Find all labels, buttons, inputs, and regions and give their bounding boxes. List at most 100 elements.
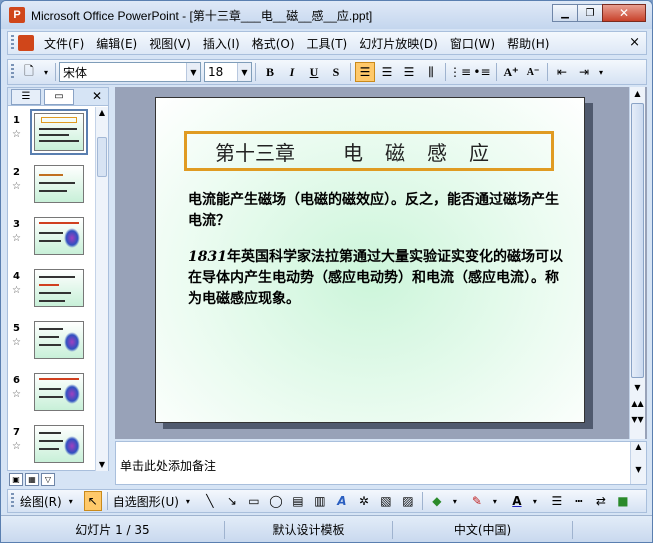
align-center-button[interactable]: ☰ xyxy=(377,62,397,82)
slide-thumbnail[interactable] xyxy=(34,217,84,255)
menu-file[interactable]: 文件(F) xyxy=(40,35,92,52)
slide-title-box[interactable]: 第十三章 电磁感应 xyxy=(184,131,554,171)
bold-button[interactable]: B xyxy=(260,62,280,82)
line-tool-button[interactable]: ╲ xyxy=(201,491,219,511)
slide-thumbnail[interactable] xyxy=(34,373,84,411)
menu-insert[interactable]: 插入(I) xyxy=(199,35,248,52)
slide-thumbnail[interactable] xyxy=(34,165,84,203)
chevron-down-icon[interactable]: ▼ xyxy=(237,63,251,81)
clipart-button[interactable]: ▧ xyxy=(377,491,395,511)
scroll-down-icon[interactable]: ▼ xyxy=(631,465,646,474)
toolbar-overflow-button[interactable]: ▾ xyxy=(596,62,606,82)
shadow-style-button[interactable]: ■ xyxy=(614,491,632,511)
normal-view-button[interactable]: ▣ xyxy=(9,473,23,486)
toolbar-grip[interactable] xyxy=(11,493,14,509)
slide-sorter-button[interactable]: ▦ xyxy=(25,473,39,486)
draw-menu-button[interactable]: 绘图(R) xyxy=(20,491,62,511)
menu-help[interactable]: 帮助(H) xyxy=(503,35,557,52)
increase-font-button[interactable]: A⁺ xyxy=(501,62,521,82)
minimize-button[interactable]: ▁ xyxy=(552,4,578,22)
arrow-style-button[interactable]: ⇄ xyxy=(592,491,610,511)
chevron-down-icon[interactable]: ▾ xyxy=(62,491,80,511)
current-slide[interactable]: 第十三章 电磁感应 电流能产生磁场（电磁的磁效应）。反之，能否通过磁场产生电流？… xyxy=(155,97,585,423)
thumbnail-row[interactable]: 5 ☆ xyxy=(8,319,96,371)
thumbnail-row[interactable]: 7 ☆ xyxy=(8,423,96,471)
thumbnail-row[interactable]: 3 ☆ xyxy=(8,215,96,267)
panel-close-button[interactable]: ✕ xyxy=(92,89,102,103)
shadow-button[interactable]: S xyxy=(326,62,346,82)
align-left-button[interactable]: ☰ xyxy=(355,62,375,82)
textbox-tool-button[interactable]: ▤ xyxy=(289,491,307,511)
diagram-button[interactable]: ✲ xyxy=(355,491,373,511)
thumbnail-row[interactable]: 1 ☆ xyxy=(8,109,96,163)
menu-slideshow[interactable]: 幻灯片放映(D) xyxy=(355,35,446,52)
numbering-button[interactable]: ⋮≡ xyxy=(449,62,471,82)
tab-slides[interactable]: ▭ xyxy=(44,88,74,105)
slide-paragraph-2[interactable]: 1831年英国科学家法拉第通过大量实验证实变化的磁场可以在导体内产生电动势（感应… xyxy=(188,247,568,310)
wordart-button[interactable]: A xyxy=(333,491,351,511)
autoshapes-menu-button[interactable]: 自选图形(U) xyxy=(113,491,179,511)
tab-outline[interactable]: ☰ xyxy=(11,88,41,105)
font-size-combo[interactable]: 18 ▼ xyxy=(204,62,252,82)
thumbnail-row[interactable]: 4 ☆ xyxy=(8,267,96,319)
scroll-down-icon[interactable]: ▼ xyxy=(96,459,108,471)
decrease-indent-button[interactable]: ⇤ xyxy=(552,62,572,82)
decrease-font-button[interactable]: A⁻ xyxy=(523,62,543,82)
align-right-button[interactable]: ☰ xyxy=(399,62,419,82)
font-color-button[interactable]: A xyxy=(508,491,526,511)
slide-vertical-scrollbar[interactable]: ▲ ▼ ▲▲ ▼▼ xyxy=(629,87,645,439)
document-close-button[interactable]: × xyxy=(629,35,640,50)
toolbar-grip[interactable] xyxy=(11,64,14,80)
italic-button[interactable]: I xyxy=(282,62,302,82)
scroll-up-icon[interactable]: ▲ xyxy=(96,107,108,119)
restore-button[interactable]: ❐ xyxy=(577,4,603,22)
menu-format[interactable]: 格式(O) xyxy=(248,35,303,52)
title-bar[interactable]: P Microsoft Office PowerPoint - [第十三章___… xyxy=(1,1,652,29)
notes-scrollbar[interactable]: ▲ ▼ xyxy=(630,442,646,484)
notes-placeholder[interactable]: 单击此处添加备注 xyxy=(120,457,216,474)
scroll-thumb[interactable] xyxy=(631,103,644,378)
powerpoint-app-icon[interactable]: P xyxy=(9,7,25,23)
notes-pane[interactable]: 单击此处添加备注 ▲ ▼ xyxy=(115,441,647,485)
scroll-thumb[interactable] xyxy=(97,137,107,177)
oval-tool-button[interactable]: ◯ xyxy=(267,491,285,511)
slide-thumbnail[interactable] xyxy=(34,269,84,307)
fill-color-button[interactable]: ◆ xyxy=(428,491,446,511)
underline-button[interactable]: U xyxy=(304,62,324,82)
menu-window[interactable]: 窗口(W) xyxy=(446,35,503,52)
menu-grip[interactable] xyxy=(11,35,14,51)
line-color-button[interactable]: ✎ xyxy=(468,491,486,511)
menu-view[interactable]: 视图(V) xyxy=(145,35,199,52)
chevron-down-icon[interactable]: ▾ xyxy=(179,491,197,511)
menu-edit[interactable]: 编辑(E) xyxy=(92,35,145,52)
document-icon[interactable] xyxy=(18,35,34,51)
dash-style-button[interactable]: ┅ xyxy=(570,491,588,511)
line-style-button[interactable]: ☰ xyxy=(548,491,566,511)
close-button[interactable]: ✕ xyxy=(602,4,646,22)
slide-paragraph-1[interactable]: 电流能产生磁场（电磁的磁效应）。反之，能否通过磁场产生电流？ xyxy=(188,190,568,232)
toolbar-options-button[interactable]: ▾ xyxy=(41,62,51,82)
chevron-down-icon[interactable]: ▾ xyxy=(526,491,544,511)
chevron-down-icon[interactable]: ▼ xyxy=(186,63,200,81)
menu-tools[interactable]: 工具(T) xyxy=(303,35,356,52)
increase-indent-button[interactable]: ⇥ xyxy=(574,62,594,82)
slide-thumbnail[interactable] xyxy=(30,109,88,155)
thumbnail-scrollbar[interactable]: ▲ ▼ xyxy=(95,107,108,471)
new-slide-button[interactable]: 🗋 xyxy=(19,62,39,82)
rectangle-tool-button[interactable]: ▭ xyxy=(245,491,263,511)
thumbnail-row[interactable]: 6 ☆ xyxy=(8,371,96,423)
arrow-tool-button[interactable]: ↘ xyxy=(223,491,241,511)
slideshow-button[interactable]: ▽ xyxy=(41,473,55,486)
scroll-down-icon[interactable]: ▼ xyxy=(630,381,645,395)
vertical-textbox-button[interactable]: ▥ xyxy=(311,491,329,511)
previous-slide-icon[interactable]: ▲▲ xyxy=(630,397,645,411)
distributed-button[interactable]: ⫼ xyxy=(421,62,441,82)
next-slide-icon[interactable]: ▼▼ xyxy=(630,413,645,427)
chevron-down-icon[interactable]: ▾ xyxy=(446,491,464,511)
picture-button[interactable]: ▨ xyxy=(399,491,417,511)
font-name-combo[interactable]: 宋体 ▼ xyxy=(59,62,201,82)
slide-thumbnail[interactable] xyxy=(34,425,84,463)
thumbnail-row[interactable]: 2 ☆ xyxy=(8,163,96,215)
chevron-down-icon[interactable]: ▾ xyxy=(486,491,504,511)
bullets-button[interactable]: •≡ xyxy=(472,62,492,82)
